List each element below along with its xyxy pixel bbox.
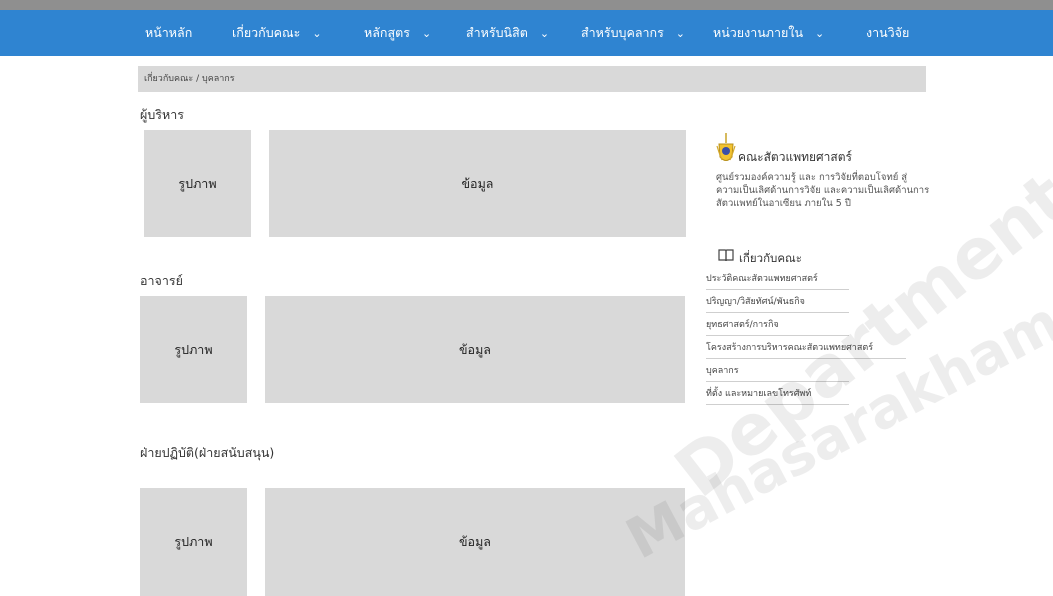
link-location-phone[interactable]: ที่ตั้ง และหมายเลขโทรศัพท์ — [706, 386, 849, 405]
about-faculty-heading: เกี่ยวกับคณะ — [739, 251, 802, 265]
executive-photo-placeholder: รูปภาพ — [144, 130, 251, 237]
nav-home[interactable]: หน้าหลัก — [145, 10, 192, 56]
nav-research[interactable]: งานวิจัย — [866, 10, 909, 56]
breadcrumb: เกี่ยวกับคณะ / บุคลากร — [138, 66, 926, 92]
chevron-down-icon: ⌄ — [675, 27, 686, 40]
nav-about[interactable]: เกี่ยวกับคณะ ⌄ — [232, 10, 322, 56]
breadcrumb-parent[interactable]: เกี่ยวกับคณะ — [144, 74, 193, 84]
top-strip — [0, 0, 1053, 10]
executive-info-placeholder: ข้อมูล — [269, 130, 686, 237]
support-info-placeholder: ข้อมูล — [265, 488, 685, 596]
section-title-support-staff: ฝ่ายปฏิบัติ(ฝ่ายสนับสนุน) — [140, 445, 275, 460]
open-book-icon — [718, 249, 734, 262]
faculty-emblem-icon — [716, 133, 736, 161]
link-strategy[interactable]: ยุทธศาสตร์/การกิจ — [706, 317, 849, 336]
link-vision-mission[interactable]: ปริญญา/วิสัยทัศน์/พันธกิจ — [706, 294, 849, 313]
link-personnel[interactable]: บุคลากร — [706, 363, 849, 382]
nav-departments[interactable]: หน่วยงานภายใน ⌄ — [713, 10, 824, 56]
section-title-lecturers: อาจารย์ — [140, 273, 183, 288]
lecturer-info-placeholder: ข้อมูล — [265, 296, 685, 403]
chevron-down-icon: ⌄ — [421, 27, 432, 40]
support-photo-placeholder: รูปภาพ — [140, 488, 247, 596]
breadcrumb-separator: / — [193, 74, 202, 84]
lecturer-photo-placeholder: รูปภาพ — [140, 296, 247, 403]
link-admin-structure[interactable]: โครงสร้างการบริหารคณะสัตวแพทยศาสตร์ — [706, 340, 906, 359]
main-navbar: หน้าหลัก เกี่ยวกับคณะ ⌄ หลักสูตร ⌄ สำหรับน… — [0, 10, 1053, 56]
faculty-name: คณะสัตวแพทยศาสตร์ — [738, 150, 852, 164]
nav-curriculum[interactable]: หลักสูตร ⌄ — [364, 10, 431, 56]
nav-students[interactable]: สำหรับนิสิต ⌄ — [466, 10, 549, 56]
chevron-down-icon: ⌄ — [312, 27, 322, 40]
link-faculty-history[interactable]: ประวัติคณะสัตวแพทยศาสตร์ — [706, 271, 849, 290]
faculty-description: ศูนย์รวมองค์ความรู้ และ การวิจัยที่ตอบโจ… — [716, 172, 930, 209]
section-title-executives: ผู้บริหาร — [140, 107, 184, 122]
nav-staff[interactable]: สำหรับบุคลากร ⌄ — [581, 10, 685, 56]
breadcrumb-current: บุคลากร — [201, 74, 235, 84]
chevron-down-icon: ⌄ — [539, 27, 550, 40]
chevron-down-icon: ⌄ — [815, 27, 825, 40]
